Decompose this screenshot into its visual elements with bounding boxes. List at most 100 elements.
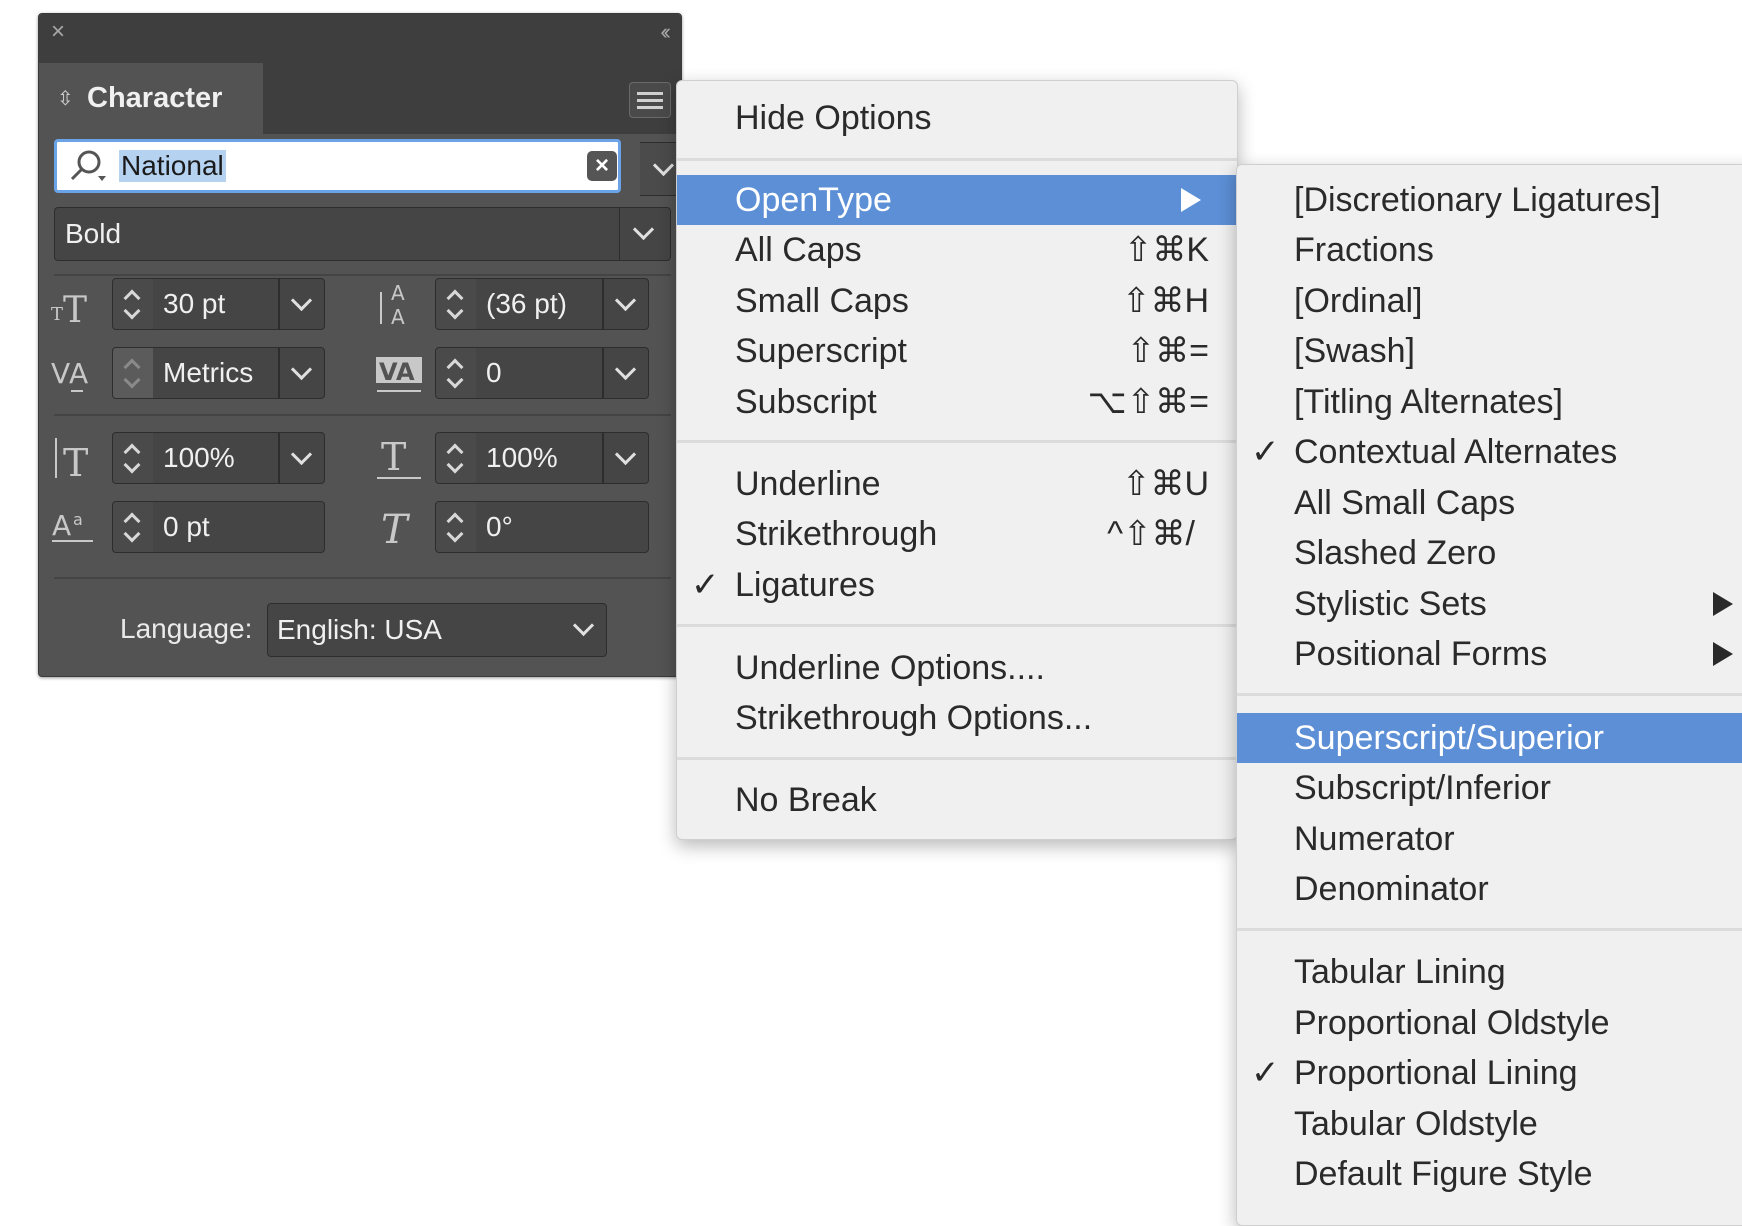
kerning-dropdown[interactable] bbox=[279, 347, 325, 399]
shortcut: ⇧⌘U bbox=[1121, 465, 1209, 503]
font-size-icon: TT bbox=[49, 278, 101, 331]
panel-titlebar: × ‹‹ bbox=[39, 14, 681, 50]
svg-text:a: a bbox=[73, 510, 83, 529]
menu-item-no-break[interactable]: No Break bbox=[677, 775, 1237, 825]
baseline-shift-icon: Aa bbox=[49, 501, 101, 553]
submenu-item[interactable]: [Discretionary Ligatures] bbox=[1237, 175, 1742, 225]
menu-separator bbox=[677, 757, 1237, 760]
submenu-item[interactable]: [Ordinal] bbox=[1237, 276, 1742, 326]
font-size-input[interactable]: 30 pt bbox=[153, 278, 279, 330]
vertical-scale-dropdown[interactable] bbox=[279, 432, 325, 484]
menu-item-superscript[interactable]: Superscript ⇧⌘= bbox=[677, 326, 1237, 376]
shortcut: ^⇧⌘/ bbox=[1107, 515, 1195, 553]
font-family-field[interactable]: National × bbox=[54, 139, 688, 196]
kerning-stepper[interactable] bbox=[112, 347, 154, 399]
svg-text:A: A bbox=[52, 509, 71, 542]
submenu-item[interactable]: Subscript/Inferior bbox=[1237, 763, 1742, 813]
checkmark-icon: ✓ bbox=[1251, 1054, 1280, 1092]
svg-text:T: T bbox=[381, 507, 411, 553]
menu-item-subscript[interactable]: Subscript ⌥⇧⌘= bbox=[677, 377, 1237, 427]
submenu-item[interactable]: [Titling Alternates] bbox=[1237, 377, 1742, 427]
close-icon[interactable]: × bbox=[51, 18, 65, 46]
tracking-icon: VA bbox=[373, 347, 425, 399]
vertical-scale-input[interactable]: 100% bbox=[153, 432, 279, 484]
horizontal-scale-icon: T bbox=[373, 432, 425, 484]
submenu-item[interactable]: Proportional Oldstyle bbox=[1237, 998, 1742, 1048]
kerning-input[interactable]: Metrics bbox=[153, 347, 279, 399]
chevron-down-icon bbox=[652, 154, 675, 177]
font-size-stepper[interactable] bbox=[112, 278, 154, 330]
font-style-select[interactable]: Bold bbox=[54, 207, 671, 261]
font-style-dropdown[interactable] bbox=[619, 208, 670, 260]
vertical-scale-stepper[interactable] bbox=[112, 432, 154, 484]
submenu-item-contextual-alternates[interactable]: ✓ Contextual Alternates bbox=[1237, 427, 1742, 477]
leading-stepper[interactable] bbox=[435, 278, 477, 330]
menu-item-ligatures[interactable]: ✓ Ligatures bbox=[677, 560, 1237, 610]
submenu-item[interactable]: Slashed Zero bbox=[1237, 528, 1742, 578]
baseline-shift-input[interactable]: 0 pt bbox=[153, 501, 325, 553]
submenu-item[interactable]: Default Figure Style bbox=[1237, 1149, 1742, 1199]
shortcut: ⌥⇧⌘= bbox=[1087, 383, 1209, 421]
language-value: English: USA bbox=[277, 614, 442, 645]
shortcut: ⇧⌘K bbox=[1123, 231, 1209, 269]
baseline-shift-stepper[interactable] bbox=[112, 501, 154, 553]
font-family-input[interactable]: National bbox=[119, 150, 226, 182]
submenu-item-proportional-lining[interactable]: ✓ Proportional Lining bbox=[1237, 1048, 1742, 1098]
leading-dropdown[interactable] bbox=[603, 278, 649, 330]
font-size-dropdown[interactable] bbox=[279, 278, 325, 330]
shortcut: ⇧⌘= bbox=[1126, 332, 1209, 370]
leading-input[interactable]: (36 pt) bbox=[476, 278, 603, 330]
menu-item-underline[interactable]: Underline ⇧⌘U bbox=[677, 459, 1237, 509]
svg-text:A: A bbox=[391, 281, 405, 305]
menu-separator bbox=[677, 158, 1237, 161]
submenu-item[interactable]: Denominator bbox=[1237, 864, 1742, 914]
opentype-submenu: [Discretionary Ligatures] Fractions [Ord… bbox=[1236, 164, 1742, 1226]
divider bbox=[54, 414, 671, 416]
panel-menu-icon[interactable] bbox=[629, 82, 671, 118]
svg-text:T: T bbox=[381, 435, 406, 479]
submenu-arrow-icon bbox=[1713, 592, 1733, 616]
horizontal-scale-stepper[interactable] bbox=[435, 432, 477, 484]
menu-item-all-caps[interactable]: All Caps ⇧⌘K bbox=[677, 225, 1237, 275]
menu-item-small-caps[interactable]: Small Caps ⇧⌘H bbox=[677, 276, 1237, 326]
menu-item-strikethrough[interactable]: Strikethrough ^⇧⌘/ bbox=[677, 509, 1237, 559]
skew-input[interactable]: 0° bbox=[476, 501, 649, 553]
menu-item-strikethrough-options[interactable]: Strikethrough Options... bbox=[677, 693, 1237, 743]
font-style-value: Bold bbox=[65, 218, 122, 249]
leading-icon: AA bbox=[373, 278, 425, 330]
menu-item-hide-options[interactable]: Hide Options bbox=[677, 93, 1237, 143]
tab-label: Character bbox=[87, 82, 223, 114]
panel-tab-row: ⇳ Character bbox=[39, 50, 681, 134]
submenu-item[interactable]: All Small Caps bbox=[1237, 478, 1742, 528]
horizontal-scale-dropdown[interactable] bbox=[603, 432, 649, 484]
submenu-item-positional-forms[interactable]: Positional Forms bbox=[1237, 629, 1742, 679]
search-icon bbox=[70, 150, 106, 181]
menu-item-opentype[interactable]: OpenType bbox=[677, 175, 1237, 225]
submenu-arrow-icon bbox=[1181, 188, 1201, 212]
menu-separator bbox=[1237, 693, 1742, 696]
submenu-item-stylistic-sets[interactable]: Stylistic Sets bbox=[1237, 579, 1742, 629]
tracking-dropdown[interactable] bbox=[603, 347, 649, 399]
menu-separator bbox=[677, 440, 1237, 443]
tab-character[interactable]: ⇳ Character bbox=[39, 63, 263, 134]
submenu-item[interactable]: Fractions bbox=[1237, 225, 1742, 275]
horizontal-scale-input[interactable]: 100% bbox=[476, 432, 603, 484]
submenu-item[interactable]: Tabular Oldstyle bbox=[1237, 1099, 1742, 1149]
language-select[interactable]: English: USA bbox=[267, 603, 607, 657]
divider bbox=[54, 577, 671, 579]
svg-text:V: V bbox=[51, 357, 70, 390]
clear-icon[interactable]: × bbox=[587, 151, 617, 181]
shortcut: ⇧⌘H bbox=[1121, 282, 1209, 320]
language-label: Language: bbox=[120, 613, 253, 644]
chevron-down-icon bbox=[632, 218, 655, 241]
submenu-item[interactable]: Tabular Lining bbox=[1237, 947, 1742, 997]
skew-stepper[interactable] bbox=[435, 501, 477, 553]
svg-text:A: A bbox=[69, 357, 88, 390]
collapse-icon[interactable]: ‹‹ bbox=[660, 18, 670, 46]
tracking-stepper[interactable] bbox=[435, 347, 477, 399]
submenu-item-superscript-superior[interactable]: Superscript/Superior bbox=[1237, 713, 1742, 763]
submenu-item[interactable]: [Swash] bbox=[1237, 326, 1742, 376]
tracking-input[interactable]: 0 bbox=[476, 347, 603, 399]
menu-item-underline-options[interactable]: Underline Options.... bbox=[677, 643, 1237, 693]
submenu-item[interactable]: Numerator bbox=[1237, 814, 1742, 864]
